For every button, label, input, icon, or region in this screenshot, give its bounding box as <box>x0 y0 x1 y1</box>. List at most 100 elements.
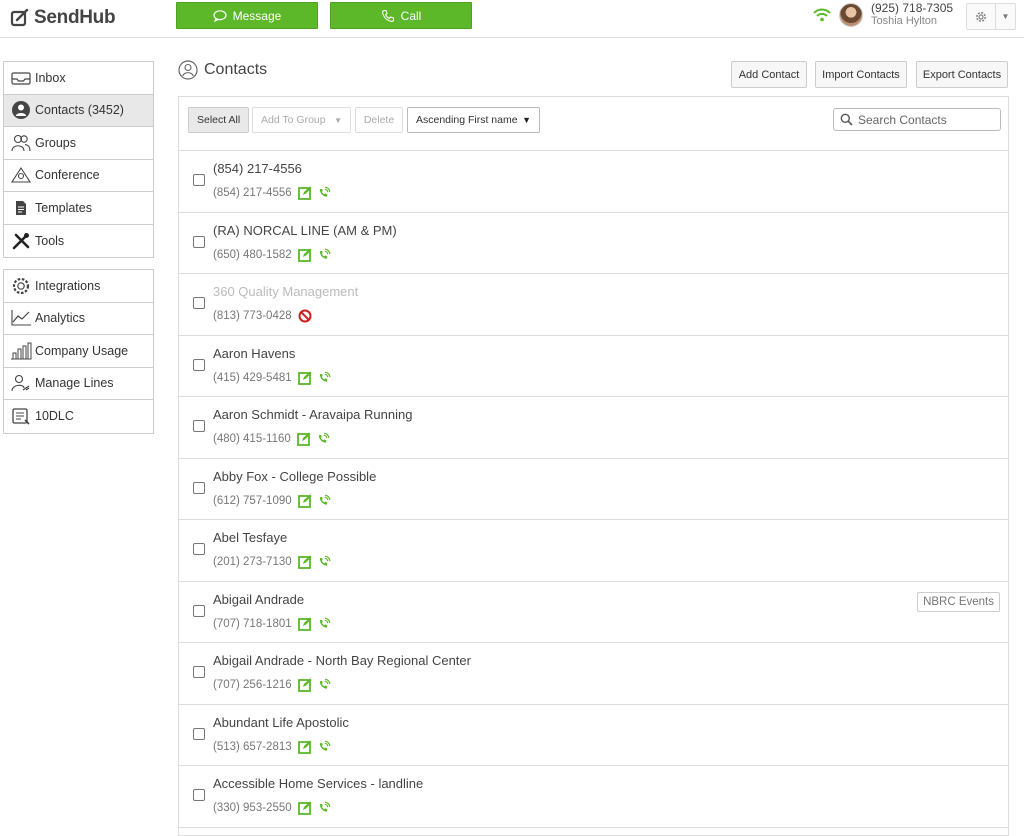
contact-phone-line: (415) 429-5481 <box>213 371 331 385</box>
contact-row[interactable]: Abundant Life Apostolic (513) 657-2813 <box>179 705 1008 766</box>
call-contact-icon[interactable] <box>317 494 331 508</box>
sidebar-item-templates[interactable]: Templates <box>4 192 153 225</box>
user-info[interactable]: (925) 718-7305 Toshia Hylton <box>871 2 953 28</box>
contact-row[interactable]: (854) 217-4556 (854) 217-4556 <box>179 151 1008 213</box>
sendhub-logo[interactable]: SendHub <box>10 6 116 30</box>
sidebar-item-label: Analytics <box>35 311 86 326</box>
edit-message-icon[interactable] <box>297 371 312 385</box>
edit-message-icon[interactable] <box>297 248 312 262</box>
contact-row[interactable]: Aaron Schmidt - Aravaipa Running (480) 4… <box>179 397 1008 459</box>
call-button[interactable]: Call <box>330 2 472 29</box>
edit-message-icon[interactable] <box>297 555 312 569</box>
contact-row[interactable]: Abby Fox - College Possible (612) 757-10… <box>179 459 1008 520</box>
call-contact-icon[interactable] <box>317 248 331 262</box>
contact-name[interactable]: Abigail Andrade <box>213 592 304 607</box>
edit-message-icon[interactable] <box>297 494 312 508</box>
call-contact-icon[interactable] <box>317 801 331 815</box>
contact-name[interactable]: Aaron Schmidt - Aravaipa Running <box>213 407 412 422</box>
contact-row[interactable]: Abigail Andrade (707) 718-1801 NBRC Even… <box>179 582 1008 643</box>
contact-checkbox[interactable] <box>193 789 205 801</box>
sort-dropdown[interactable]: Ascending First name ▼ <box>407 107 540 133</box>
contact-row[interactable]: (RA) NORCAL LINE (AM & PM) (650) 480-158… <box>179 213 1008 274</box>
group-tag[interactable]: NBRC Events <box>917 591 1000 612</box>
edit-message-icon[interactable] <box>297 740 312 754</box>
call-contact-icon[interactable] <box>317 740 331 754</box>
edit-message-icon[interactable] <box>297 801 312 815</box>
user-avatar[interactable] <box>839 3 863 27</box>
gear-icon <box>976 11 986 22</box>
contact-phone-line: (513) 657-2813 <box>213 740 331 754</box>
edit-message-icon[interactable] <box>297 617 312 631</box>
delete-button[interactable]: Delete <box>355 107 403 133</box>
contact-name[interactable]: Abel Tesfaye <box>213 530 287 545</box>
contact-checkbox[interactable] <box>193 297 205 309</box>
edit-message-icon[interactable] <box>297 186 312 200</box>
call-contact-icon[interactable] <box>317 371 331 385</box>
sidebar-item-tools[interactable]: Tools <box>4 225 153 258</box>
contacts-panel: Select All Add To Group ▼ Delete Ascendi… <box>178 96 1009 836</box>
manage-lines-icon <box>11 375 30 392</box>
groups-icon <box>11 134 31 151</box>
sidebar-item-manage-lines[interactable]: Manage Lines <box>4 368 153 400</box>
search-input[interactable] <box>858 112 988 127</box>
sidebar-item-label: Integrations <box>35 278 101 293</box>
select-all-button[interactable]: Select All <box>188 107 250 133</box>
contact-checkbox[interactable] <box>193 666 205 678</box>
contact-name[interactable]: Aaron Havens <box>213 346 295 361</box>
company-usage-icon <box>11 342 32 360</box>
page-title: Contacts <box>178 60 267 80</box>
contact-name[interactable]: Abigail Andrade - North Bay Regional Cen… <box>213 653 471 668</box>
contact-actions <box>297 371 331 385</box>
call-contact-icon[interactable] <box>317 617 331 631</box>
contact-checkbox[interactable] <box>193 543 205 555</box>
contact-phone-line: (612) 757-1090 <box>213 494 331 508</box>
contact-checkbox[interactable] <box>193 174 205 186</box>
contact-actions <box>297 186 331 200</box>
contact-row[interactable]: Abel Tesfaye (201) 273-7130 <box>179 520 1008 582</box>
call-contact-icon[interactable] <box>317 678 331 692</box>
contact-checkbox[interactable] <box>193 727 205 740</box>
add-to-group-dropdown[interactable]: Add To Group ▼ <box>252 107 351 133</box>
contact-checkbox[interactable] <box>193 358 205 371</box>
contact-row[interactable]: 360 Quality Management (813) 773-0428 <box>179 274 1008 336</box>
contact-phone-line: (201) 273-7130 <box>213 555 331 569</box>
contact-name[interactable]: Accessible Home Services - landline <box>213 776 423 791</box>
settings-dropdown[interactable]: ▼ <box>966 3 1016 30</box>
contact-checkbox[interactable] <box>193 235 205 248</box>
contact-phone: (707) 256-1216 <box>213 679 292 691</box>
import-contacts-button[interactable]: Import Contacts <box>815 61 907 88</box>
call-contact-icon[interactable] <box>317 186 331 200</box>
call-contact-icon[interactable] <box>317 555 331 569</box>
sidebar-item-company-usage[interactable]: Company Usage <box>4 335 153 368</box>
sidebar-item-analytics[interactable]: Analytics <box>4 303 153 335</box>
export-contacts-button[interactable]: Export Contacts <box>916 61 1008 88</box>
sidebar-item-groups[interactable]: Groups <box>4 127 153 160</box>
message-button[interactable]: Message <box>176 2 318 29</box>
edit-message-icon[interactable] <box>296 432 311 446</box>
contact-name[interactable]: Abundant Life Apostolic <box>213 715 349 730</box>
contact-row[interactable]: Aaron Havens (415) 429-5481 <box>179 336 1008 397</box>
sidebar-item-conference[interactable]: Conference <box>4 160 153 192</box>
edit-message-icon[interactable] <box>297 678 312 692</box>
sidebar-item-contacts[interactable]: Contacts (3452) <box>4 94 153 127</box>
call-contact-icon[interactable] <box>316 432 330 446</box>
contact-name[interactable]: 360 Quality Management <box>213 284 358 299</box>
contact-phone: (201) 273-7130 <box>213 556 292 568</box>
sidebar-item-integrations[interactable]: Integrations <box>4 270 153 303</box>
contact-name[interactable]: Abby Fox - College Possible <box>213 469 376 484</box>
add-contact-button[interactable]: Add Contact <box>731 61 807 88</box>
contact-checkbox[interactable] <box>193 604 205 617</box>
contact-checkbox[interactable] <box>193 481 205 494</box>
contact-actions <box>297 494 331 508</box>
contact-phone-line: (650) 480-1582 <box>213 248 331 262</box>
sidebar-item-inbox[interactable]: Inbox <box>4 62 153 95</box>
contact-checkbox[interactable] <box>193 420 205 432</box>
sidebar-item-10dlc[interactable]: 10DLC <box>4 400 153 433</box>
contact-row[interactable]: Accessible Home Services - landline (330… <box>179 766 1008 828</box>
contact-row[interactable]: Abigail Andrade - North Bay Regional Cen… <box>179 643 1008 705</box>
search-box[interactable] <box>833 108 1001 131</box>
chat-bubble-icon <box>213 9 227 22</box>
sidebar-item-label: Tools <box>35 233 65 248</box>
contact-name[interactable]: (RA) NORCAL LINE (AM & PM) <box>213 223 397 238</box>
contact-name[interactable]: (854) 217-4556 <box>213 161 302 176</box>
